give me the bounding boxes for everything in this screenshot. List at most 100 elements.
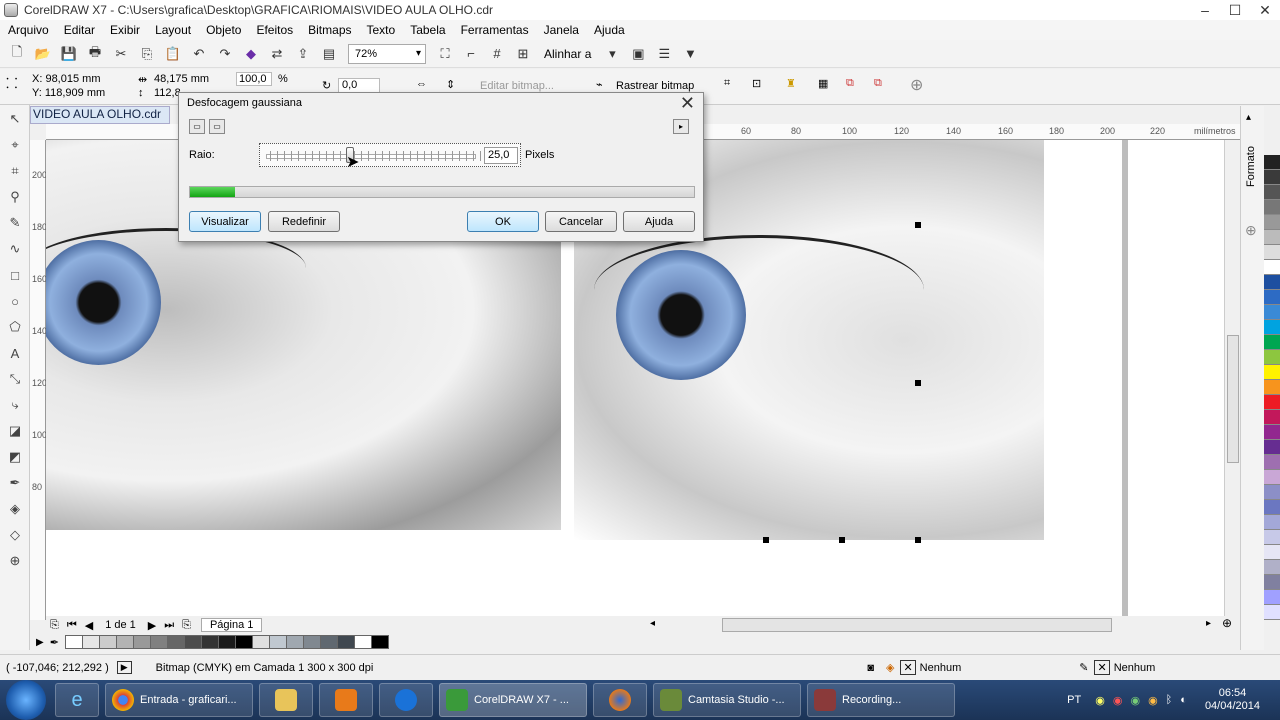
document-swatch[interactable] [251, 635, 270, 649]
palette-swatch[interactable] [1264, 515, 1280, 530]
document-swatch[interactable] [200, 635, 219, 649]
eyedropper-icon[interactable]: ✒ [50, 636, 59, 649]
show-rulers-icon[interactable]: ⌐ [460, 43, 482, 65]
document-swatch[interactable] [217, 635, 236, 649]
pick-tool-icon[interactable]: ↖ [2, 107, 28, 131]
palette-swatch[interactable] [1264, 410, 1280, 425]
start-button[interactable] [6, 680, 46, 720]
document-swatch[interactable] [370, 635, 389, 649]
document-swatch[interactable] [353, 635, 372, 649]
palette-swatch[interactable] [1264, 470, 1280, 485]
palette-swatch[interactable] [1264, 440, 1280, 455]
document-swatch[interactable] [234, 635, 253, 649]
palette-swatch[interactable] [1264, 320, 1280, 335]
connector-tool-icon[interactable]: ⤷ [2, 393, 28, 417]
menu-ferramentas[interactable]: Ferramentas [461, 23, 529, 37]
object-origin-icon[interactable]: ⸬ [6, 74, 18, 93]
language-indicator[interactable]: PT [1067, 694, 1081, 706]
smart-fill-tool-icon[interactable]: ◇ [2, 523, 28, 547]
help-button[interactable]: Ajuda [623, 211, 695, 232]
bluetooth-icon[interactable]: ᛒ [1166, 694, 1173, 706]
mirror-vertical-icon[interactable]: ⇕ [446, 78, 455, 91]
palette-swatch[interactable] [1264, 305, 1280, 320]
trace-bitmap-button[interactable]: Rastrear bitmap [616, 80, 694, 92]
document-swatch[interactable] [285, 635, 304, 649]
selection-handle[interactable] [763, 537, 769, 543]
palette-swatch[interactable] [1264, 530, 1280, 545]
first-page-icon[interactable]: ⏮ [67, 619, 77, 632]
media-player-icon[interactable] [319, 683, 373, 717]
palette-swatch[interactable] [1264, 455, 1280, 470]
menu-ajuda[interactable]: Ajuda [594, 23, 625, 37]
document-swatch[interactable] [319, 635, 338, 649]
palette-swatch[interactable] [1264, 395, 1280, 410]
menu-tabela[interactable]: Tabela [410, 23, 445, 37]
network-icon[interactable]: ◉ [1095, 694, 1105, 707]
reset-button[interactable]: Redefinir [268, 211, 340, 232]
interactive-fill-tool-icon[interactable]: ◈ [2, 497, 28, 521]
import-icon[interactable]: ⇄ [266, 43, 288, 65]
menu-layout[interactable]: Layout [155, 23, 191, 37]
polygon-tool-icon[interactable]: ⬠ [2, 315, 28, 339]
transparency-tool-icon[interactable]: ◩ [2, 445, 28, 469]
firefox-icon[interactable] [593, 683, 647, 717]
palette-swatch[interactable] [1264, 485, 1280, 500]
open-folder-icon[interactable]: 📂 [32, 43, 54, 65]
selection-handle[interactable] [839, 537, 845, 543]
menu-janela[interactable]: Janela [544, 23, 579, 37]
docker-arrow-icon[interactable]: ▴ [1246, 112, 1251, 123]
document-swatch[interactable] [98, 635, 117, 649]
wrap-text-icon[interactable]: ▦ [818, 77, 828, 90]
new-document-icon[interactable]: 🗋 [6, 43, 28, 65]
taskbar-item-coreldraw[interactable]: CorelDRAW X7 - ... [439, 683, 587, 717]
edit-bitmap-button[interactable]: Editar bitmap... [480, 80, 554, 92]
zoom-navigator-icon[interactable]: ⊕ [1222, 616, 1232, 630]
previous-page-icon[interactable]: ◀ [85, 619, 93, 632]
document-swatch[interactable] [149, 635, 168, 649]
welcome-screen-icon[interactable]: ▣ [627, 43, 649, 65]
document-swatch[interactable] [64, 635, 83, 649]
paste-icon[interactable]: 📋 [162, 43, 184, 65]
eyedropper-tool-icon[interactable]: ✒ [2, 471, 28, 495]
drop-shadow-tool-icon[interactable]: ◪ [2, 419, 28, 443]
palette-swatch[interactable] [1264, 560, 1280, 575]
width-field[interactable]: 48,175 mm [154, 73, 209, 85]
chevron-right-icon[interactable]: ▸ [673, 119, 689, 134]
taskbar-item-chrome[interactable]: Entrada - graficari... [105, 683, 253, 717]
menu-objeto[interactable]: Objeto [206, 23, 241, 37]
palette-swatch[interactable] [1264, 290, 1280, 305]
menu-editar[interactable]: Editar [64, 23, 95, 37]
selection-handle[interactable] [915, 222, 921, 228]
palette-swatch[interactable] [1264, 365, 1280, 380]
compact-view-icon[interactable]: ▭ [209, 119, 225, 134]
palette-swatch[interactable] [1264, 575, 1280, 590]
add-docker-icon[interactable]: ⊕ [1245, 222, 1257, 239]
update-icon[interactable]: ◉ [1148, 694, 1158, 707]
x-position-field[interactable]: X: 98,015 mm [32, 73, 100, 85]
palette-swatch[interactable] [1264, 245, 1280, 260]
freehand-tool-icon[interactable]: ✎ [2, 211, 28, 235]
last-page-icon[interactable]: ⏭ [164, 619, 174, 632]
document-swatch[interactable] [183, 635, 202, 649]
docker-tab-formato[interactable]: Formato [1245, 146, 1257, 187]
add-icon[interactable]: ⊕ [910, 75, 923, 95]
mirror-horizontal-icon[interactable]: ⇔ [416, 78, 427, 90]
document-swatch[interactable] [268, 635, 287, 649]
page-options-icon[interactable]: ⎘ [50, 619, 59, 632]
palette-swatch[interactable] [1264, 155, 1280, 170]
palette-swatch[interactable] [1264, 230, 1280, 245]
options-icon[interactable]: ☰ [653, 43, 675, 65]
teamviewer-icon[interactable] [379, 683, 433, 717]
palette-swatch[interactable] [1264, 500, 1280, 515]
clock[interactable]: 06:54 04/04/2014 [1205, 687, 1260, 713]
palette-swatch[interactable] [1264, 605, 1280, 620]
align-to-dropdown[interactable]: Alinhar a [544, 47, 591, 61]
menu-exibir[interactable]: Exibir [110, 23, 140, 37]
play-icon[interactable]: ▶ [116, 661, 132, 674]
scroll-thumb[interactable] [1227, 335, 1239, 463]
palette-swatch[interactable] [1264, 335, 1280, 350]
search-content-icon[interactable]: ◆ [240, 43, 262, 65]
minimize-button[interactable]: – [1190, 0, 1220, 20]
copy-icon[interactable]: ⎘ [136, 43, 158, 65]
color-palette[interactable] [1264, 155, 1280, 620]
